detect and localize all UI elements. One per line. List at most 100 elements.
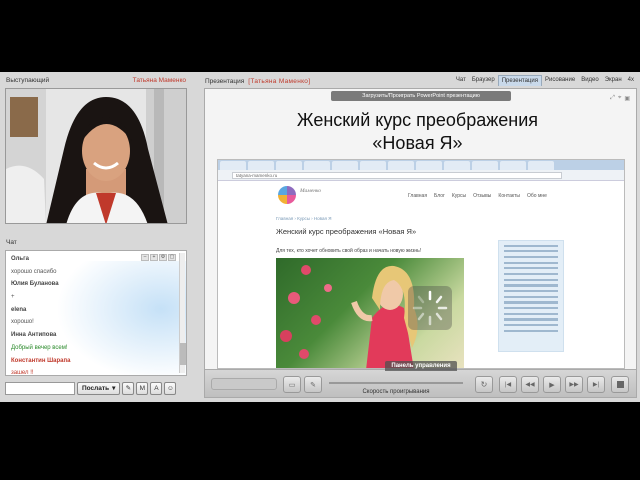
chat-scrollbar-thumb[interactable] [180, 343, 186, 365]
tab-video[interactable]: Видео [578, 75, 602, 86]
browser-address-row: tatyana-mamenko.ru [218, 170, 624, 181]
speed-slider[interactable] [329, 382, 463, 384]
chat-message: Добрый вечер всем! [11, 344, 68, 351]
stage-tools: ⤢ ⌖ ▣ [610, 95, 630, 102]
site-logo-icon [278, 186, 296, 204]
thumbnails-icon: ▭ [288, 381, 296, 389]
slide-title-line2: «Новая Я» [372, 133, 463, 153]
site-nav-item: Отзывы [473, 193, 492, 199]
browser-tab [388, 161, 414, 170]
browser-tab [220, 161, 246, 170]
site-brand: Маменко [300, 188, 322, 194]
site-breadcrumb: Главная › Курсы › Новая Я [276, 216, 332, 221]
chat-user: Инна Антипова [11, 332, 57, 339]
site-intro: Для тех, кто хочет обновить свой образ и… [276, 248, 422, 254]
pen-icon: ✎ [310, 381, 316, 389]
browser-address-bar: tatyana-mamenko.ru [232, 171, 562, 179]
last-slide-button[interactable]: ▶| [587, 376, 605, 393]
browser-tab [416, 161, 442, 170]
presentation-title: Презентация [205, 77, 245, 85]
speaker-video-frame [6, 89, 186, 223]
webinar-app: Выступающий Татьяна Маменко Чат Ольга хо… [0, 72, 640, 402]
tab-drawing[interactable]: Рисование [542, 75, 578, 86]
refresh-button[interactable]: ↻ [475, 376, 493, 393]
tab-screen[interactable]: Экран [602, 75, 625, 86]
spinner-graphic [412, 290, 448, 326]
play-button[interactable]: ▶ [543, 376, 561, 393]
chat-message: хорошо! [11, 319, 34, 326]
site-nav-item: Обо мне [527, 193, 547, 199]
chat-input[interactable] [5, 381, 75, 395]
send-button[interactable]: Послать ▾ [77, 381, 121, 395]
tab-presentation[interactable]: Презентация [497, 75, 542, 86]
last-slide-icon: ▶| [592, 382, 600, 388]
chat-panel-title: Чат [6, 239, 17, 246]
first-slide-button[interactable]: |◀ [499, 376, 517, 393]
refresh-icon: ↻ [480, 380, 488, 389]
chat-scrollbar[interactable] [179, 253, 186, 373]
send-button-label: Послать [82, 384, 110, 392]
mode-tabs: Чат Браузер Презентация Рисование Видео … [453, 75, 637, 86]
play-icon: ▶ [549, 381, 555, 389]
control-panel: Панель управления ▭ ✎ Скорость проигрыва… [205, 361, 636, 397]
chat-user: elena [11, 306, 27, 313]
stop-icon [616, 381, 624, 388]
browser-tab [444, 161, 470, 170]
expand-icon[interactable]: ▢ [168, 254, 176, 261]
rewind-icon: ◀◀ [525, 382, 535, 388]
tab-chat[interactable]: Чат [453, 75, 469, 86]
site-nav-item: Блог [434, 193, 445, 199]
thumbnails-button[interactable]: ▭ [283, 376, 301, 393]
browser-tab [248, 161, 274, 170]
pointer-icon[interactable]: ⌖ [618, 95, 621, 102]
plus-icon[interactable]: + [150, 254, 158, 261]
browser-tab [472, 161, 498, 170]
speaker-name: Татьяна Маменко [132, 77, 186, 84]
browser-tab [528, 161, 554, 170]
slide-title: Женский курс преображения «Новая Я» [205, 109, 630, 155]
fast-forward-icon: ▶▶ [569, 382, 579, 388]
minus-icon[interactable]: – [141, 254, 149, 261]
site-info-box [498, 240, 564, 352]
brush-icon[interactable]: ✎ [122, 381, 135, 395]
browser-tab [332, 161, 358, 170]
upload-powerpoint-button[interactable]: Загрузить/Проиграть PowerPoint презентац… [331, 91, 511, 101]
tab-browser[interactable]: Браузер [469, 75, 498, 86]
font-icon[interactable]: A [150, 381, 163, 395]
browser-tab [360, 161, 386, 170]
next-slide-button[interactable]: ▶▶ [565, 376, 583, 393]
chat-message: зашел !! [11, 370, 34, 376]
chat-input-row: Послать ▾ ✎ M A ☺ [5, 380, 187, 396]
previous-slide-button[interactable]: ◀◀ [521, 376, 539, 393]
site-nav: Главная Блог Курсы Отзывы Контакты Обо м… [408, 193, 547, 199]
stop-button[interactable] [611, 376, 629, 393]
browser-tab [304, 161, 330, 170]
chat-user: Константин Шарапа [11, 357, 71, 364]
site-nav-item: Курсы [451, 193, 467, 199]
tab-4x[interactable]: 4х [625, 75, 637, 86]
presenter-name: [Татьяна Маменко] [248, 77, 311, 85]
speaker-panel-title: Выступающий [6, 77, 50, 84]
zoom-icon[interactable]: ⤢ [610, 95, 615, 102]
speed-label: Скорость проигрывания [362, 389, 430, 395]
pen-button[interactable]: ✎ [304, 376, 322, 393]
presentation-stage: Загрузить/Проиграть PowerPoint презентац… [204, 88, 637, 398]
speaker-panel-header: Выступающий Татьяна Маменко [3, 75, 189, 87]
fullscreen-icon[interactable]: ▣ [624, 95, 630, 102]
mail-icon[interactable]: M [136, 381, 149, 395]
chevron-down-icon: ▾ [112, 385, 116, 392]
chat-tools: – + ⚙ ▢ [141, 254, 176, 261]
chat-user: Юлия Буланова [11, 281, 59, 288]
browser-tab [500, 161, 526, 170]
slide-title-line1: Женский курс преображения [296, 110, 539, 130]
browser-tab [276, 161, 302, 170]
speaker-video [5, 88, 187, 224]
chat-messages: Ольга хорошо спасибо Юлия Буланова + ele… [5, 250, 187, 376]
slide-select[interactable] [211, 378, 277, 390]
smiley-icon[interactable]: ☺ [164, 381, 177, 395]
settings-icon[interactable]: ⚙ [159, 254, 167, 261]
site-nav-item: Главная [408, 193, 428, 199]
first-slide-icon: |◀ [504, 382, 512, 388]
loading-spinner-icon [408, 286, 452, 330]
site-heading: Женский курс преображения «Новая Я» [276, 227, 417, 236]
